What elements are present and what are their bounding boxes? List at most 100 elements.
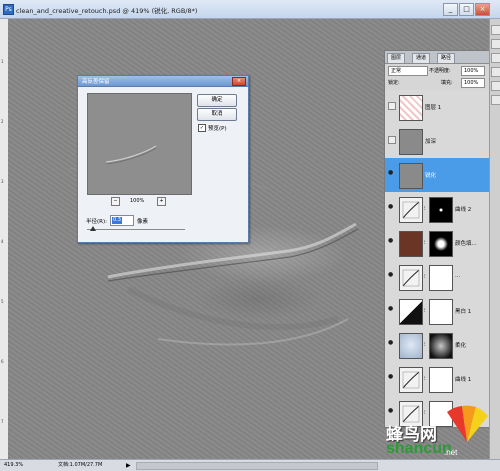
dialog-close-button[interactable]: × [232,77,246,86]
layer-row[interactable]: ● 锐化 [385,158,489,193]
layer-list[interactable]: 图层 1 加深 ● 锐化 ● ⁝ 曲线 2 ● ⁝ 颜色填... ● ⁝... ● ⁝ 黑白 1 ● ⁝ 柔化 ● ⁝… [385,90,489,427]
layer-name: ... [455,273,461,279]
layer-mask-thumbnail[interactable] [429,299,453,325]
dialog-title-bar[interactable]: 高反差保留 × [78,76,248,87]
eye-icon[interactable]: ● [388,272,394,278]
visibility-toggle-empty[interactable] [388,136,396,144]
dock-button[interactable] [491,39,500,49]
radius-row: 半径(R): 0.3 像素 [86,215,148,226]
layer-thumbnail[interactable] [399,231,423,257]
watermark-domain: .net [444,448,458,457]
link-icon[interactable]: ⁝ [424,274,426,280]
layer-name: 曲线 2 [455,207,472,213]
preview-zoom-level: 100% [130,198,145,204]
document-title: clean_and_creative_retouch.psd @ 419% (锐… [16,7,198,15]
dock-button[interactable] [491,67,500,77]
layer-mask-thumbnail[interactable] [429,367,453,393]
high-pass-dialog[interactable]: 高反差保留 × − 100% + 确定 取消 ✓ 预览(P) 半径(R): 0.… [77,75,249,243]
dock-button[interactable] [491,25,500,35]
layer-row[interactable]: ● ⁝ 黑白 1 [385,294,489,329]
dialog-title: 高反差保留 [82,79,110,85]
panel-tabs: 图层 通道 路径 [385,51,489,64]
ruler-tick: 1 [1,59,4,64]
layer-row[interactable]: ● ⁝ 曲线 2 [385,192,489,227]
eye-icon[interactable]: ● [388,170,394,176]
eye-icon[interactable]: ● [388,374,394,380]
document-title-bar[interactable]: Ps clean_and_creative_retouch.psd @ 419%… [0,0,500,19]
eye-icon[interactable]: ● [388,340,394,346]
layer-row[interactable]: ● ⁝... [385,260,489,295]
layer-thumbnail[interactable] [399,367,423,393]
fill-label: 填充: [441,80,453,86]
tab-layers[interactable]: 图层 [387,53,406,63]
lock-label: 锁定: [388,80,400,86]
minimize-button[interactable]: _ [443,3,458,16]
layer-row[interactable]: 图层 1 [385,90,489,125]
zoom-level[interactable]: 419.3% [4,460,23,471]
layer-thumbnail[interactable] [399,333,423,359]
status-menu-arrow[interactable]: ▶ [126,460,131,471]
layer-thumbnail[interactable] [399,299,423,325]
link-icon[interactable]: ⁝ [424,376,426,382]
visibility-toggle-empty[interactable] [388,102,396,110]
ruler-tick: 7 [1,419,4,424]
blend-mode-select[interactable]: 正常 [388,66,428,76]
layer-thumbnail[interactable] [399,95,423,121]
fill-input[interactable]: 100% [461,78,485,88]
layer-row[interactable]: ● ⁝ 颜色填... [385,226,489,261]
layers-panel[interactable]: 图层 通道 路径 正常 不透明度: 100% 锁定: 填充: 100% 图层 1… [384,50,490,428]
layer-mask-thumbnail[interactable] [429,231,453,257]
ok-button[interactable]: 确定 [197,94,237,107]
layer-name: 图层 1 [425,105,442,111]
dock-button[interactable] [491,95,500,105]
tab-paths[interactable]: 路径 [437,53,456,63]
dock-button[interactable] [491,81,500,91]
layer-row[interactable]: ● ⁝ 曲线 1 [385,362,489,397]
layer-thumbnail[interactable] [399,163,423,189]
preview-checkbox[interactable]: ✓ 预览(P) [198,124,227,132]
layer-row[interactable]: 加深 [385,124,489,159]
dock-button[interactable] [491,53,500,63]
opacity-input[interactable]: 100% [461,66,485,76]
layer-thumbnail[interactable] [399,265,423,291]
maximize-button[interactable]: □ [459,3,474,16]
link-icon[interactable]: ⁝ [424,240,426,246]
eye-icon[interactable]: ● [388,306,394,312]
layer-name: 柔化 [455,343,467,349]
filter-preview[interactable] [87,93,192,195]
radius-value: 0.3 [111,217,122,224]
layer-name: 颜色填... [455,241,477,247]
tab-channels[interactable]: 通道 [412,53,431,63]
link-icon[interactable]: ⁝ [424,308,426,314]
checkbox-icon[interactable]: ✓ [198,124,206,132]
slider-thumb[interactable] [89,226,96,231]
eye-icon[interactable]: ● [388,238,394,244]
layer-mask-thumbnail[interactable] [429,333,453,359]
radius-input[interactable]: 0.3 [109,215,134,226]
link-icon[interactable]: ⁝ [424,342,426,348]
ruler-tick: 5 [1,299,4,304]
preview-image [105,145,157,165]
layer-name: 曲线 1 [455,377,472,383]
cancel-button[interactable]: 取消 [197,108,237,121]
close-button[interactable]: × [475,3,490,16]
layer-mask-thumbnail[interactable] [429,197,453,223]
zoom-out-button[interactable]: − [111,197,120,206]
watermark-fan-logo [447,405,488,442]
layer-thumbnail[interactable] [399,129,423,155]
layer-mask-thumbnail[interactable] [429,265,453,291]
radius-slider[interactable] [87,226,185,231]
radius-unit: 像素 [136,218,148,225]
panel-dock[interactable] [489,19,500,459]
layer-thumbnail[interactable] [399,197,423,223]
ruler-tick: 6 [1,359,4,364]
layer-row[interactable]: ● ⁝ 柔化 [385,328,489,363]
watermark: 蜂鸟网 shancun .net [380,404,500,460]
link-icon[interactable]: ⁝ [424,206,426,212]
layer-name: 锐化 [425,173,437,179]
status-bar: 419.3% 文档:1.07M/27.7M ▶ [0,459,500,471]
zoom-in-button[interactable]: + [157,197,166,206]
layer-name: 加深 [425,139,437,145]
horizontal-scrollbar[interactable] [136,462,378,470]
eye-icon[interactable]: ● [388,204,394,210]
